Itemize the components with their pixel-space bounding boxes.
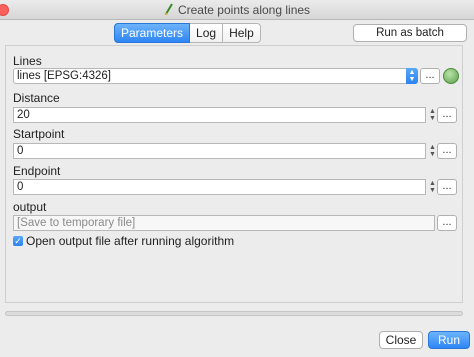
progress-bar <box>5 311 463 316</box>
run-as-batch-button[interactable]: Run as batch process... <box>353 24 467 55</box>
lines-browse-button[interactable]: ... <box>420 68 440 84</box>
output-label: output <box>13 200 47 214</box>
output-browse-button[interactable]: ... <box>437 215 457 231</box>
endpoint-spin-icon[interactable]: ▲ ▼ <box>428 179 437 195</box>
endpoint-label: Endpoint <box>13 164 61 178</box>
lines-label: Lines <box>13 54 42 68</box>
open-output-checkbox[interactable]: ✓ <box>13 236 23 246</box>
endpoint-input[interactable]: 0 <box>13 179 426 195</box>
run-button[interactable]: Run <box>428 331 470 349</box>
tab-help[interactable]: Help <box>223 23 261 43</box>
dialog-content: Parameters Log Help Run as batch process… <box>0 20 474 357</box>
tab-log[interactable]: Log <box>190 23 224 43</box>
window-title: Create points along lines <box>177 3 311 17</box>
output-file-field[interactable]: [Save to temporary file] <box>13 215 435 231</box>
tab-parameters[interactable]: Parameters <box>114 23 191 43</box>
iterate-icon[interactable] <box>443 68 459 84</box>
lines-layer-value: lines [EPSG:4326] <box>17 70 111 82</box>
startpoint-options-button[interactable]: ... <box>437 143 457 159</box>
title-bar: Create points along lines <box>0 0 474 20</box>
close-button[interactable]: Close <box>379 331 423 349</box>
startpoint-label: Startpoint <box>13 127 65 141</box>
window-title-wrap: Create points along lines <box>0 3 474 17</box>
lines-layer-select[interactable]: lines [EPSG:4326] ▲ ▼ <box>13 68 418 84</box>
select-arrows-icon[interactable]: ▲ ▼ <box>406 68 418 84</box>
endpoint-options-button[interactable]: ... <box>437 179 457 195</box>
distance-options-button[interactable]: ... <box>437 107 457 123</box>
tab-bar: Parameters Log Help <box>114 23 261 43</box>
distance-label: Distance <box>13 91 60 105</box>
startpoint-spin-icon[interactable]: ▲ ▼ <box>428 143 437 159</box>
startpoint-input[interactable]: 0 <box>13 143 426 159</box>
processing-brush-icon <box>164 3 173 15</box>
distance-spin-icon[interactable]: ▲ ▼ <box>428 107 437 123</box>
open-output-label[interactable]: Open output file after running algorithm <box>26 234 234 248</box>
distance-input[interactable]: 20 <box>13 107 426 123</box>
